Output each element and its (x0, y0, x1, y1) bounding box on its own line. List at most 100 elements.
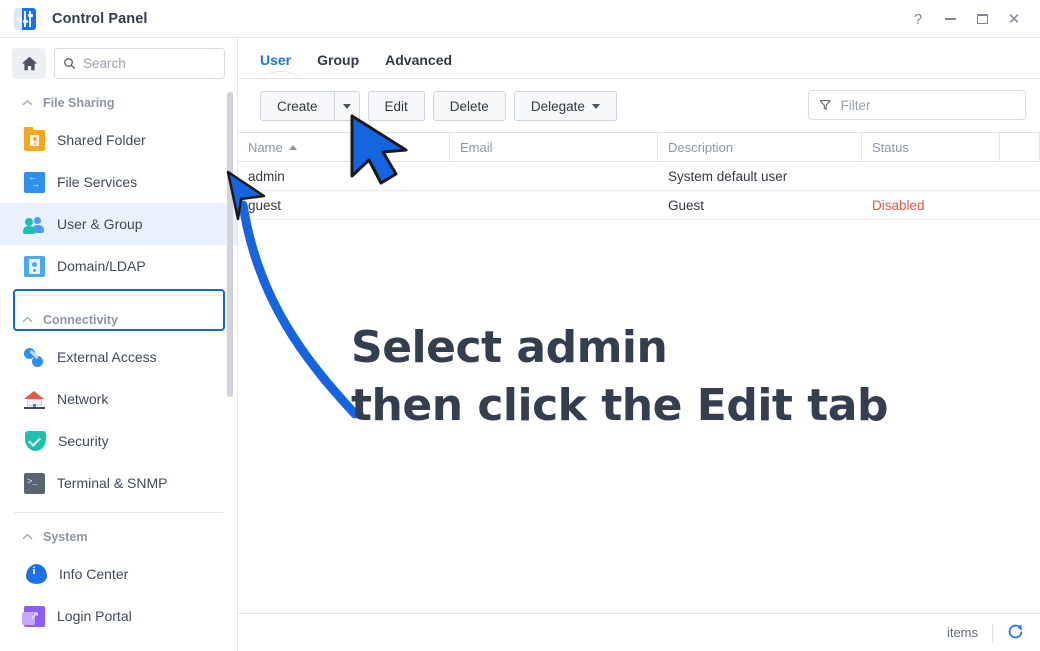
table-empty-area (238, 220, 1040, 613)
shared-folder-icon (24, 126, 45, 151)
user-table: Name Email Description Status admin Syst… (238, 132, 1040, 220)
sidebar-item-external-access[interactable]: External Access (0, 336, 237, 378)
column-header-email[interactable]: Email (450, 132, 658, 162)
login-portal-icon: ↗ (22, 605, 45, 627)
sidebar-divider (14, 512, 223, 513)
info-center-icon (26, 564, 47, 584)
tab-label: Advanced (385, 52, 453, 68)
search-input-wrapper[interactable] (54, 48, 225, 79)
cell-description: Guest (668, 197, 705, 213)
status-bar-divider (992, 623, 993, 642)
sidebar-item-label: User & Group (57, 216, 143, 232)
tab-label: Group (317, 52, 360, 68)
tab-group[interactable]: Group (317, 52, 359, 79)
terminal-snmp-icon: >_ (24, 472, 45, 494)
domain-ldap-icon (24, 255, 45, 277)
minimize-button[interactable] (934, 2, 966, 36)
sort-ascending-icon (288, 144, 297, 150)
close-button[interactable]: ✕ (998, 2, 1030, 36)
cell-email (450, 191, 658, 220)
column-header-name[interactable]: Name (238, 132, 450, 162)
refresh-icon[interactable] (1007, 623, 1024, 643)
delegate-button[interactable]: Delegate (513, 91, 617, 121)
edit-button-label: Edit (384, 98, 408, 114)
delete-button-label: Delete (449, 98, 489, 114)
maximize-button[interactable] (966, 2, 998, 36)
sidebar-item-info-center[interactable]: Info Center (0, 553, 237, 595)
sidebar-group-label: System (43, 530, 88, 544)
tab-bar: User Group Advanced (238, 38, 1040, 80)
cell-extra (1000, 162, 1040, 191)
main-content: User Group Advanced Create Edit Delete D… (238, 38, 1040, 651)
sidebar-item-label: Shared Folder (57, 132, 146, 148)
column-label: Email (460, 139, 493, 155)
create-button[interactable]: Create (260, 91, 334, 121)
sidebar-item-file-services[interactable]: ← → File Services (0, 161, 237, 203)
status-bar: items (238, 613, 1040, 651)
search-input[interactable] (83, 56, 216, 71)
sidebar-group-label: File Sharing (43, 96, 115, 110)
chevron-down-icon (591, 103, 600, 109)
create-button-label: Create (277, 98, 318, 114)
sidebar-item-label: File Services (57, 174, 138, 190)
table-header-row: Name Email Description Status (238, 132, 1040, 162)
sidebar-group-system[interactable]: System (0, 521, 237, 553)
sidebar-item-label: Domain/LDAP (57, 258, 146, 274)
items-count-label: items (946, 625, 978, 640)
cell-name: admin (248, 168, 285, 184)
filter-input-wrapper[interactable] (808, 90, 1026, 120)
cell-email (450, 162, 658, 191)
filter-input[interactable] (840, 97, 1015, 113)
sidebar-search-row (0, 38, 237, 87)
file-services-icon: ← → (24, 171, 45, 193)
sidebar: File Sharing Shared Folder ←→ File Servi… (0, 38, 238, 651)
sidebar-item-label: Network (57, 391, 109, 407)
sidebar-item-label: Terminal & SNMP (57, 475, 168, 491)
sidebar-item-terminal-snmp[interactable]: >_ Terminal & SNMP (0, 462, 237, 504)
cell-extra (1000, 191, 1040, 220)
sidebar-divider (14, 295, 223, 296)
sidebar-item-label: External Access (57, 349, 157, 365)
external-access-icon (24, 347, 45, 368)
sidebar-item-label: Login Portal (57, 608, 132, 624)
column-label: Name (248, 139, 283, 155)
edit-button[interactable]: Edit (367, 91, 425, 121)
sidebar-item-security[interactable]: Security (0, 420, 237, 462)
tab-advanced[interactable]: Advanced (385, 52, 452, 79)
help-button[interactable]: ? (902, 2, 934, 36)
sidebar-item-shared-folder[interactable]: Shared Folder (0, 119, 237, 161)
status-badge: Disabled (872, 197, 925, 213)
column-header-status[interactable]: Status (862, 132, 1000, 162)
sidebar-item-label: Info Center (59, 566, 129, 582)
cell-name: guest (248, 197, 282, 213)
control-panel-window: Control Panel ? ✕ Search File Sharing Sh… (0, 0, 1040, 651)
sidebar-scrollbar[interactable] (227, 92, 233, 397)
security-icon (25, 431, 46, 451)
sidebar-item-domain-ldap[interactable]: Domain/LDAP (0, 245, 237, 287)
toolbar: Create Edit Delete Delegate (238, 79, 1040, 132)
tab-label: User (260, 52, 292, 68)
sidebar-group-connectivity[interactable]: Connectivity (0, 304, 237, 336)
create-dropdown-button[interactable] (333, 91, 360, 121)
window-title: Control Panel (52, 10, 148, 27)
table-row[interactable]: admin System default user (238, 162, 1040, 191)
tab-user[interactable]: User (260, 52, 300, 80)
chevron-up-icon (22, 316, 33, 323)
chevron-up-icon (22, 99, 33, 106)
cell-status (862, 162, 1000, 191)
column-label: Status (872, 139, 909, 155)
column-header-extra (1000, 132, 1040, 162)
column-header-description[interactable]: Description (658, 132, 862, 162)
table-row[interactable]: guest Guest Disabled (238, 191, 1040, 220)
sidebar-item-login-portal[interactable]: ↗ Login Portal (0, 595, 237, 637)
delete-button[interactable]: Delete (432, 91, 506, 121)
sidebar-item-user-group[interactable]: User & Group (0, 203, 237, 245)
title-bar: Control Panel ? ✕ (0, 0, 1040, 38)
column-label: Description (668, 139, 734, 155)
sidebar-item-network[interactable]: Network (0, 378, 237, 420)
sidebar-group-label: Connectivity (43, 313, 119, 327)
sidebar-group-file-sharing[interactable]: File Sharing (0, 87, 237, 119)
delegate-button-label: Delegate (530, 98, 585, 114)
user-group-icon (23, 214, 45, 235)
home-icon[interactable] (12, 48, 46, 79)
